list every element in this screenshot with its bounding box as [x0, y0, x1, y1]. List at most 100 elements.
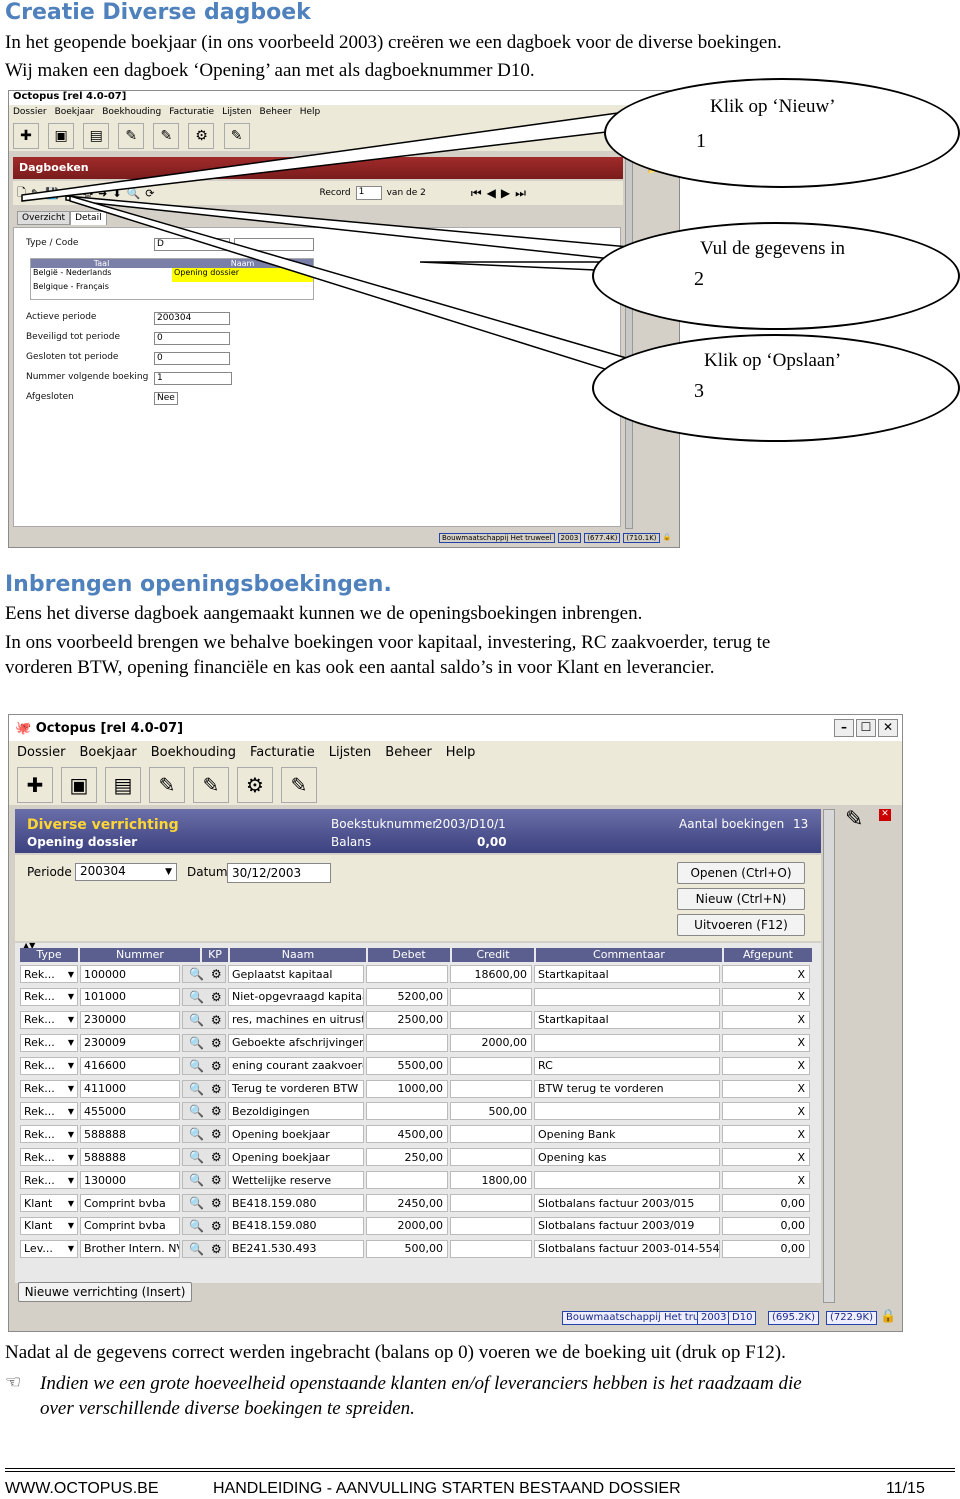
row-afgepunt[interactable]: X [722, 1171, 810, 1190]
row-type-select[interactable]: Klant ▼ [20, 1194, 78, 1212]
row-credit[interactable]: 500,00 [450, 1102, 532, 1121]
minimize-button[interactable]: – [834, 719, 854, 737]
row-debet[interactable] [366, 1171, 448, 1190]
close-panel-icon[interactable]: ✕ [879, 809, 891, 821]
row-debet[interactable]: 250,00 [366, 1148, 448, 1167]
lookup-icon[interactable]: 🔍 [189, 1013, 204, 1027]
row-afgepunt[interactable]: X [722, 987, 810, 1006]
row-naam[interactable]: Bezoldigingen [228, 1102, 364, 1121]
row-kp-icons[interactable]: 🔍 ⚙ [182, 1102, 226, 1121]
chevron-down-icon[interactable]: ▼ [68, 1130, 74, 1139]
row-nummer[interactable]: 101000 [80, 987, 180, 1006]
menu2-help[interactable]: Help [446, 745, 476, 760]
table-row[interactable]: Rek... ▼ 230009 🔍 ⚙ Geboekte afschrijvingen 20… [20, 1033, 812, 1053]
row-type-select[interactable]: Rek... ▼ [20, 1102, 78, 1121]
periode-select[interactable]: 200304 ▼ [75, 863, 177, 881]
row-debet[interactable]: 5500,00 [366, 1056, 448, 1075]
analytic-icon[interactable]: ⚙ [211, 1242, 222, 1256]
row-commentaar[interactable]: Opening kas [534, 1148, 720, 1167]
row-commentaar[interactable]: BTW terug te vorderen [534, 1079, 720, 1098]
table-row[interactable]: Klant ▼ Comprint bvba 🔍 ⚙ BE418.159.080 2000,0… [20, 1216, 812, 1236]
row-type-select[interactable]: Rek... ▼ [20, 1079, 78, 1098]
row-kp-icons[interactable]: 🔍 ⚙ [182, 987, 226, 1006]
analytic-icon[interactable]: ⚙ [211, 1219, 222, 1233]
row-debet[interactable]: 1000,00 [366, 1079, 448, 1098]
lookup-icon[interactable]: 🔍 [189, 1196, 204, 1210]
row-debet[interactable]: 500,00 [366, 1239, 448, 1258]
row-commentaar[interactable]: Slotbalans factuur 2003/015 [534, 1194, 720, 1212]
row-kp-icons[interactable]: 🔍 ⚙ [182, 1194, 226, 1212]
uitvoeren-button[interactable]: Uitvoeren (F12) [677, 914, 805, 936]
row-afgepunt[interactable]: X [722, 965, 810, 983]
row-nummer[interactable]: Comprint bvba [80, 1194, 180, 1212]
row-type-select[interactable]: Rek... ▼ [20, 987, 78, 1006]
row-afgepunt[interactable]: 0,00 [722, 1216, 810, 1235]
row-credit[interactable] [450, 1239, 532, 1258]
row-commentaar[interactable]: Opening Bank [534, 1125, 720, 1144]
row-nummer[interactable]: 455000 [80, 1102, 180, 1121]
row-type-select[interactable]: Rek... ▼ [20, 1148, 78, 1167]
table-row[interactable]: Rek... ▼ 455000 🔍 ⚙ Bezoldigingen 500,00 X [20, 1101, 812, 1121]
nieuw-button[interactable]: Nieuw (Ctrl+N) [677, 888, 805, 910]
lookup-icon[interactable]: 🔍 [189, 1173, 204, 1187]
chevron-down-icon[interactable]: ▼ [68, 1153, 74, 1162]
wizard-green-icon-2[interactable]: ✎ [193, 767, 229, 803]
table-row[interactable]: Rek... ▼ 100000 🔍 ⚙ Geplaatst kapitaal 18600,0… [20, 964, 812, 984]
row-commentaar[interactable]: Startkapitaal [534, 1010, 720, 1029]
lookup-icon[interactable]: 🔍 [189, 1036, 204, 1050]
row-kp-icons[interactable]: 🔍 ⚙ [182, 1216, 226, 1235]
nieuwe-verrichting-button[interactable]: Nieuwe verrichting (Insert) [18, 1282, 192, 1302]
row-afgepunt[interactable]: 0,00 [722, 1239, 810, 1258]
lookup-icon[interactable]: 🔍 [189, 1104, 204, 1118]
row-commentaar[interactable]: RC [534, 1056, 720, 1075]
table-row[interactable]: Rek...▼230000🔍⚙res, machines en uitrusti… [20, 1010, 812, 1030]
row-commentaar[interactable]: Slotbalans factuur 2003/019 [534, 1216, 720, 1235]
row-naam[interactable]: Opening boekjaar [228, 1148, 364, 1167]
row-commentaar[interactable]: Startkapitaal [534, 965, 720, 983]
analytic-icon[interactable]: ⚙ [211, 1104, 222, 1118]
row-nummer[interactable]: 130000 [80, 1171, 180, 1190]
row-type-select[interactable]: Rek... ▼ [20, 1056, 78, 1075]
vertical-scrollbar-2[interactable] [823, 809, 835, 1303]
chevron-down-icon[interactable]: ▼ [68, 1221, 74, 1230]
row-afgepunt[interactable]: X [722, 1010, 810, 1029]
table-row[interactable]: Rek... ▼ 588888 🔍 ⚙ Opening boekjaar 250,00 Ope… [20, 1147, 812, 1167]
analytic-icon[interactable]: ⚙ [211, 1013, 222, 1027]
analytic-icon[interactable]: ⚙ [211, 1150, 222, 1164]
row-kp-icons[interactable]: 🔍 ⚙ [182, 1010, 226, 1029]
row-commentaar[interactable]: Slotbalans factuur 2003-014-554 [534, 1239, 720, 1258]
row-credit[interactable]: 1800,00 [450, 1171, 532, 1190]
row-kp-icons[interactable]: 🔍 ⚙ [182, 1171, 226, 1190]
lookup-icon[interactable]: 🔍 [189, 1219, 204, 1233]
table-row[interactable]: Rek... ▼ 101000 🔍 ⚙ Niet-opgevraagd kapitaal 5… [20, 987, 812, 1007]
analytic-icon[interactable]: ⚙ [211, 1127, 222, 1141]
table-row[interactable]: Klant ▼ Comprint bvba 🔍 ⚙ BE418.159.080 2450,0… [20, 1193, 812, 1213]
chevron-down-icon[interactable]: ▼ [68, 1176, 74, 1185]
row-nummer[interactable]: 588888 [80, 1148, 180, 1167]
row-commentaar[interactable] [534, 1033, 720, 1052]
row-kp-icons[interactable]: 🔍 ⚙ [182, 1056, 226, 1075]
analytic-icon[interactable]: ⚙ [211, 1196, 222, 1210]
row-kp-icons[interactable]: 🔍 ⚙ [182, 1148, 226, 1167]
row-debet[interactable]: 2000,00 [366, 1216, 448, 1235]
close-button[interactable]: ✕ [878, 719, 898, 737]
row-naam[interactable]: BE241.530.493 [228, 1239, 364, 1258]
row-afgepunt[interactable]: X [722, 1102, 810, 1121]
row-naam[interactable]: BE418.159.080 [228, 1194, 364, 1212]
analytic-icon[interactable]: ⚙ [211, 1036, 222, 1050]
row-afgepunt[interactable]: X [722, 1079, 810, 1098]
row-naam[interactable]: Niet-opgevraagd kapitaal [228, 987, 364, 1006]
row-credit[interactable] [450, 1010, 532, 1029]
row-credit[interactable] [450, 1079, 532, 1098]
row-credit[interactable]: 18600,00 [450, 965, 532, 983]
row-nummer[interactable]: 411000 [80, 1079, 180, 1098]
chevron-down-icon[interactable]: ▼ [68, 1107, 74, 1116]
row-commentaar[interactable] [534, 1102, 720, 1121]
menu2-boekhouding[interactable]: Boekhouding [151, 745, 236, 760]
lookup-icon[interactable]: 🔍 [189, 967, 204, 981]
chevron-down-icon[interactable]: ▼ [68, 1244, 74, 1253]
row-afgepunt[interactable]: X [722, 1148, 810, 1167]
row-nummer[interactable]: 588888 [80, 1125, 180, 1144]
analytic-icon[interactable]: ⚙ [211, 990, 222, 1004]
chevron-down-icon[interactable]: ▼ [68, 992, 74, 1001]
